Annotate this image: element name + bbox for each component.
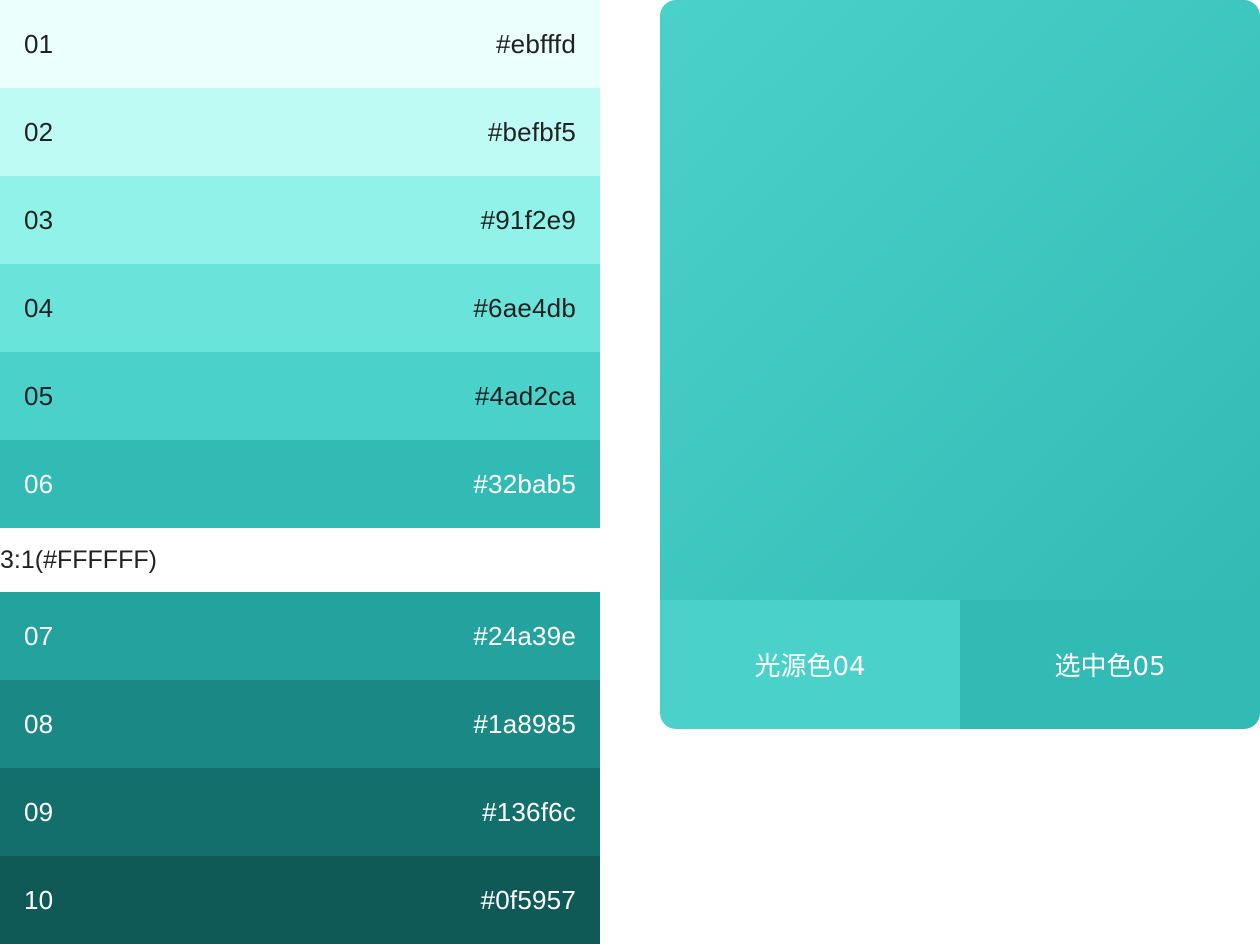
swatch-index: 05 xyxy=(24,380,54,411)
color-swatch-10: 10 #0f5957 xyxy=(0,856,600,944)
palette-group-dark: 07 #24a39e 08 #1a8985 09 #136f6c 10 #0f5957 xyxy=(0,592,600,944)
color-swatch-04: 04 #6ae4db xyxy=(0,264,600,352)
swatch-hex-code: #1a8985 xyxy=(473,708,576,739)
color-swatch-09: 09 #136f6c xyxy=(0,768,600,856)
color-swatch-07: 07 #24a39e xyxy=(0,592,600,680)
selected-color-swatch: 选中色05 xyxy=(960,600,1260,729)
swatch-hex-code: #ebfffd xyxy=(496,28,576,59)
color-swatch-01: 01 #ebfffd xyxy=(0,0,600,88)
color-palette: 01 #ebfffd 02 #befbf5 03 #91f2e9 04 #6ae4db 05 #4… xyxy=(0,0,600,944)
color-swatch-05: 05 #4ad2ca xyxy=(0,352,600,440)
color-swatch-02: 02 #befbf5 xyxy=(0,88,600,176)
swatch-index: 10 xyxy=(24,884,54,915)
swatch-hex-code: #0f5957 xyxy=(480,884,576,915)
swatch-hex-code: #4ad2ca xyxy=(474,380,576,411)
swatch-hex-code: #136f6c xyxy=(482,796,576,827)
swatch-index: 07 xyxy=(24,620,54,651)
swatch-hex-code: #24a39e xyxy=(473,620,576,651)
preview-card: 光源色04 选中色05 xyxy=(660,0,1260,729)
swatch-index: 02 xyxy=(24,116,54,147)
swatch-index: 06 xyxy=(24,468,54,499)
selected-color-label: 选中色05 xyxy=(1054,652,1166,682)
color-swatch-08: 08 #1a8985 xyxy=(0,680,600,768)
color-swatch-03: 03 #91f2e9 xyxy=(0,176,600,264)
swatch-hex-code: #91f2e9 xyxy=(480,204,576,235)
swatch-hex-code: #befbf5 xyxy=(487,116,576,147)
light-source-color-swatch: 光源色04 xyxy=(660,600,960,729)
swatch-hex-code: #6ae4db xyxy=(473,292,576,323)
color-swatch-06: 06 #32bab5 xyxy=(0,440,600,528)
gradient-preview xyxy=(660,0,1260,600)
contrast-label: 3:1(#FFFFFF) xyxy=(0,545,157,574)
swatch-index: 04 xyxy=(24,292,54,323)
swatch-hex-code: #32bab5 xyxy=(473,468,576,499)
preview-color-row: 光源色04 选中色05 xyxy=(660,600,1260,729)
swatch-index: 09 xyxy=(24,796,54,827)
swatch-index: 01 xyxy=(24,28,54,59)
palette-group-light: 01 #ebfffd 02 #befbf5 03 #91f2e9 04 #6ae4db 05 #4… xyxy=(0,0,600,528)
swatch-index: 03 xyxy=(24,204,54,235)
light-source-color-label: 光源色04 xyxy=(754,652,866,682)
swatch-index: 08 xyxy=(24,708,54,739)
